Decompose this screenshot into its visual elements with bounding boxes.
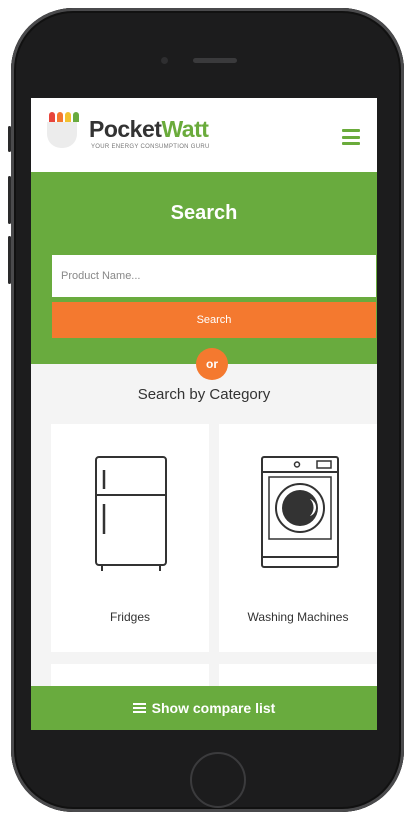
front-camera	[161, 57, 168, 64]
category-label-washing-machines: Washing Machines	[247, 610, 349, 624]
category-card-washing-machines[interactable]: Washing Machines	[219, 424, 377, 652]
compare-list-label: Show compare list	[151, 700, 276, 716]
search-panel: Search Search	[31, 172, 377, 364]
home-button[interactable]	[190, 752, 246, 808]
app-header: PocketWatt YOUR ENERGY CONSUMPTION GURU	[31, 98, 377, 172]
search-button[interactable]: Search	[52, 302, 376, 338]
volume-down-button	[8, 236, 11, 284]
earpiece-speaker	[193, 58, 237, 63]
brand-tagline: YOUR ENERGY CONSUMPTION GURU	[91, 144, 210, 150]
brand-name: PocketWatt	[89, 116, 209, 143]
product-name-input[interactable]	[52, 255, 376, 297]
mute-switch	[8, 126, 11, 152]
show-compare-list-button[interactable]: Show compare list	[31, 686, 377, 730]
or-divider-badge: or	[196, 348, 228, 380]
category-heading: Search by Category	[137, 386, 271, 403]
category-label-fridges: Fridges	[109, 610, 150, 624]
logo-energy-bars-icon	[49, 112, 79, 122]
brand-name-part2: Watt	[161, 116, 209, 142]
search-heading: Search	[170, 202, 238, 224]
brand-name-part1: Pocket	[89, 116, 162, 142]
logo-pocket-icon	[47, 122, 77, 148]
fridge-icon	[95, 456, 167, 571]
washing-machine-icon	[261, 456, 339, 568]
hamburger-menu-icon[interactable]	[342, 129, 360, 145]
category-card-fridges[interactable]: Fridges	[51, 424, 209, 652]
list-icon	[132, 703, 146, 713]
volume-up-button	[8, 176, 11, 224]
pocketwatt-logo[interactable]: PocketWatt YOUR ENERGY CONSUMPTION GURU	[47, 112, 247, 158]
app-screen: PocketWatt YOUR ENERGY CONSUMPTION GURU …	[31, 98, 377, 730]
